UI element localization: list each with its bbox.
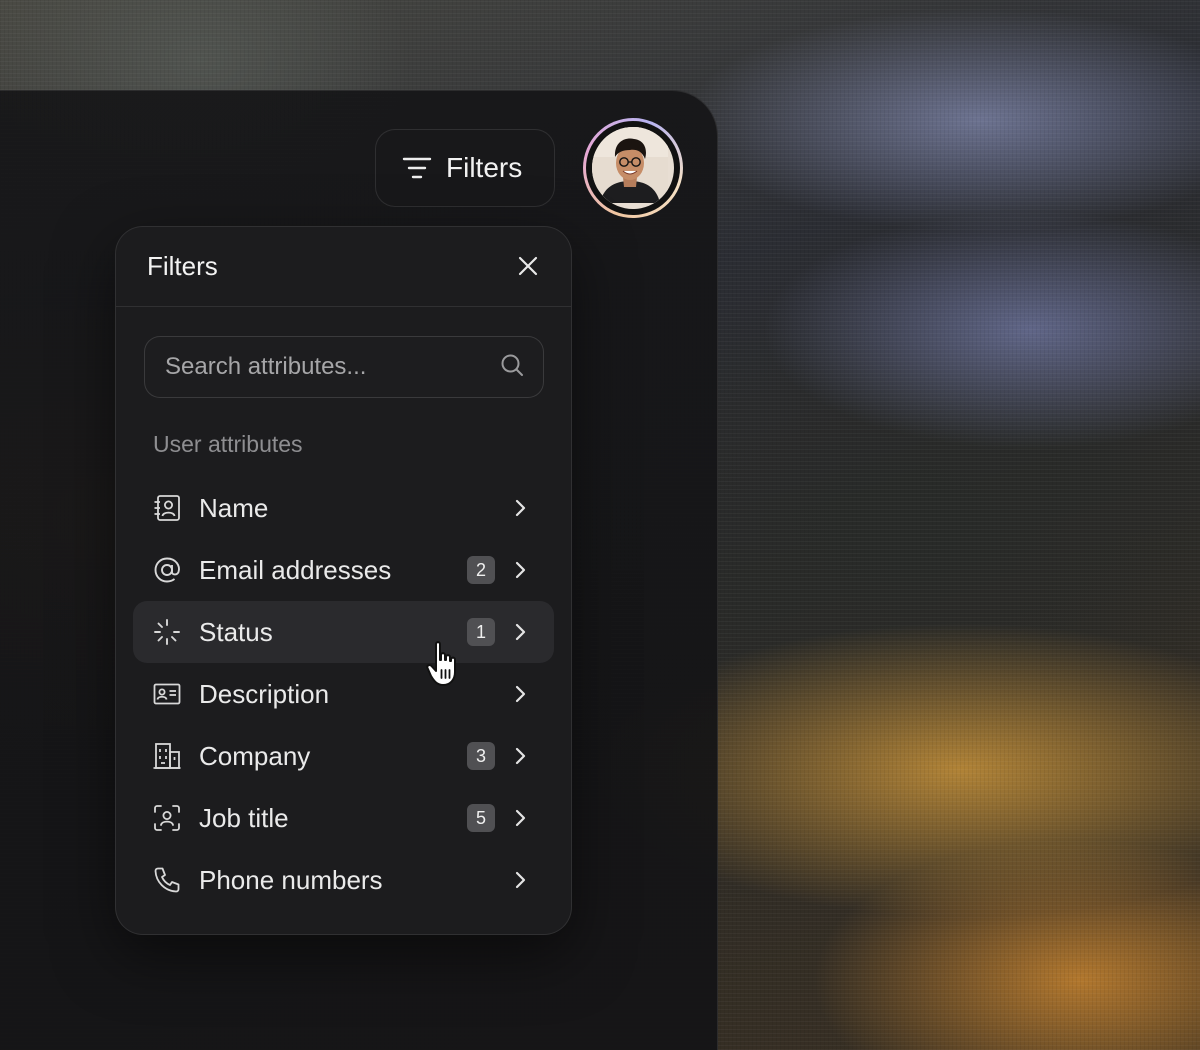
panel-title: Filters <box>147 251 218 281</box>
avatar-frame <box>586 121 680 215</box>
attr-item-name[interactable]: Name <box>133 477 554 539</box>
attr-label: Company <box>199 740 311 771</box>
chevron-right-icon <box>515 747 526 765</box>
attr-item-email-addresses[interactable]: Email addresses 2 <box>133 539 554 601</box>
contact-book-icon <box>151 492 183 524</box>
filters-button-label: Filters <box>446 152 523 183</box>
chevron-right-icon <box>515 809 526 827</box>
avatar[interactable] <box>583 118 683 218</box>
at-sign-icon <box>151 554 183 586</box>
desktop-background: Filters Filters Search attributes... Use… <box>0 0 1200 1050</box>
attr-item-phone-numbers[interactable]: Phone numbers <box>133 849 554 911</box>
attr-item-description[interactable]: Description <box>133 663 554 725</box>
attr-item-status[interactable]: Status 1 <box>133 601 554 663</box>
id-card-icon <box>151 678 183 710</box>
phone-icon <box>151 864 183 896</box>
search-field[interactable] <box>144 336 544 398</box>
user-avatar <box>592 127 674 209</box>
attr-label: Status <box>199 616 273 647</box>
attribute-list: Name Email addresses 2 Status 1 Descript… <box>133 477 554 911</box>
section-label: User attributes <box>153 431 303 457</box>
search-icon <box>499 352 525 383</box>
close-button[interactable] <box>515 253 541 279</box>
attr-label: Name <box>199 492 269 523</box>
chevron-right-icon <box>515 871 526 889</box>
filters-panel: Filters User attributes <box>115 226 572 935</box>
count-badge: 5 <box>467 804 495 832</box>
count-badge: 2 <box>467 556 495 584</box>
attr-label: Description <box>199 678 330 709</box>
close-icon <box>518 256 538 276</box>
chevron-right-icon <box>515 685 526 703</box>
search-input[interactable] <box>163 352 499 382</box>
loader-icon <box>151 616 183 648</box>
building-icon <box>151 740 183 772</box>
count-badge: 1 <box>467 618 495 646</box>
attr-item-job-title[interactable]: Job title 5 <box>133 787 554 849</box>
chevron-right-icon <box>515 499 526 517</box>
chevron-right-icon <box>515 561 526 579</box>
panel-header: Filters <box>116 227 571 307</box>
attr-label: Email addresses <box>199 554 392 585</box>
chevron-right-icon <box>515 623 526 641</box>
user-scan-icon <box>151 802 183 834</box>
filters-button[interactable]: Filters <box>375 129 555 207</box>
attr-label: Job title <box>199 802 289 833</box>
attr-label: Phone numbers <box>199 864 383 895</box>
attr-item-company[interactable]: Company 3 <box>133 725 554 787</box>
count-badge: 3 <box>467 742 495 770</box>
filter-lines-icon <box>402 155 432 181</box>
